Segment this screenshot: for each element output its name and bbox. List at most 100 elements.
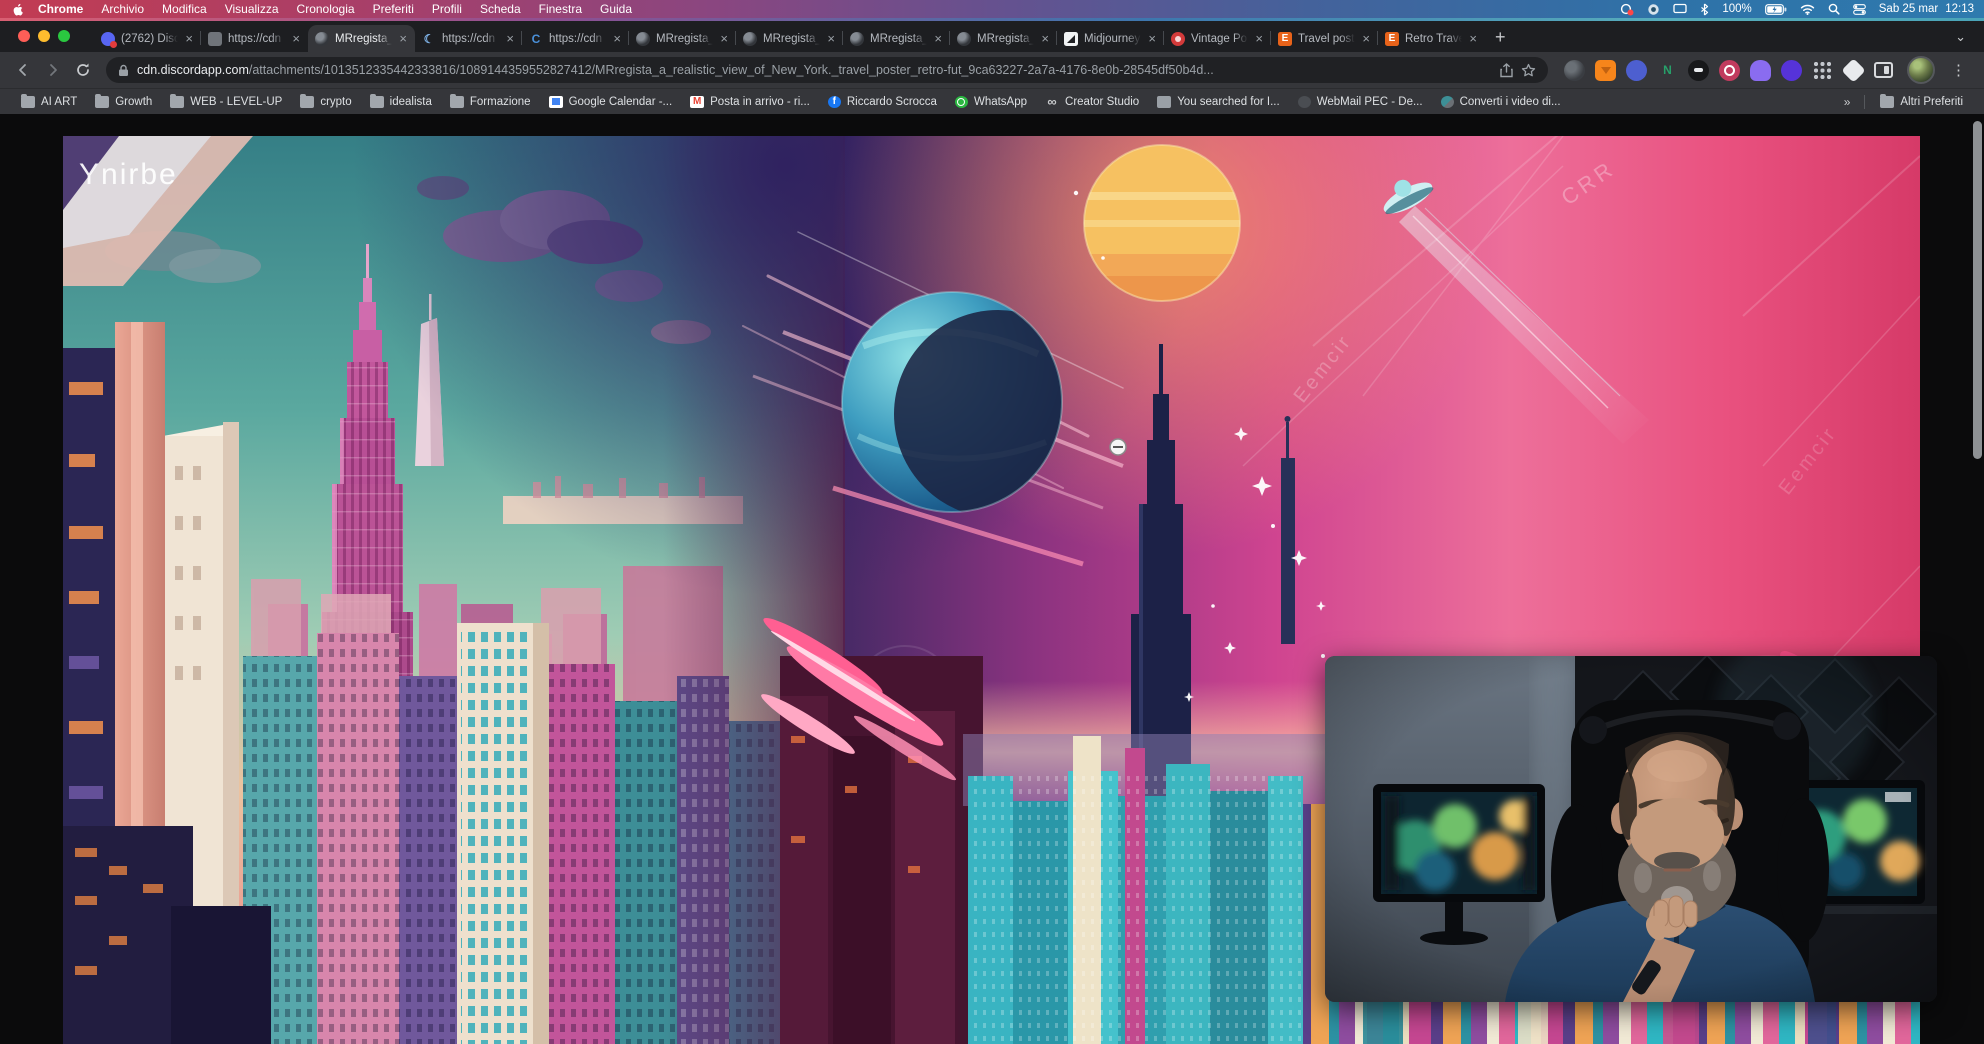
discord-favicon-icon bbox=[101, 32, 115, 46]
browser-tab-9[interactable]: Midjourney × bbox=[1057, 25, 1164, 52]
forward-button[interactable] bbox=[40, 57, 66, 83]
bookmark-item-2[interactable]: WEB - LEVEL-UP bbox=[161, 93, 291, 111]
browser-tab-5[interactable]: MRregista_× bbox=[629, 25, 736, 52]
bluetooth-icon[interactable] bbox=[1700, 3, 1709, 16]
chrome-menu-button[interactable]: ⋮ bbox=[1943, 61, 1974, 79]
other-bookmarks-button[interactable]: Altri Preferiti bbox=[1871, 93, 1972, 111]
tab-close-icon[interactable]: × bbox=[719, 31, 729, 46]
back-button[interactable] bbox=[10, 57, 36, 83]
bookmark-item-3[interactable]: crypto bbox=[291, 93, 360, 111]
menubar-item-finestra[interactable]: Finestra bbox=[530, 0, 591, 18]
share-icon[interactable] bbox=[1500, 63, 1513, 78]
reload-button[interactable] bbox=[70, 57, 96, 83]
shape-white-extension-icon[interactable] bbox=[1841, 58, 1865, 82]
tab-close-icon[interactable]: × bbox=[933, 31, 943, 46]
spotlight-icon[interactable] bbox=[1828, 3, 1840, 15]
menubar-time[interactable]: 12:13 bbox=[1945, 3, 1974, 15]
bookmark-item-6[interactable]: Google Calendar -... bbox=[540, 93, 682, 111]
bookmark-item-8[interactable]: fRiccardo Scrocca bbox=[819, 93, 946, 111]
browser-tab-12[interactable]: ERetro Trave× bbox=[1378, 25, 1485, 52]
control-center-icon[interactable] bbox=[1853, 4, 1866, 15]
menubar-item-cronologia[interactable]: Cronologia bbox=[288, 0, 364, 18]
menubar-item-preferiti[interactable]: Preferiti bbox=[364, 0, 423, 18]
bookmark-item-12[interactable]: WebMail PEC - De... bbox=[1289, 93, 1432, 111]
browser-tab-4[interactable]: Chttps://cdn× bbox=[522, 25, 629, 52]
battery-icon[interactable] bbox=[1765, 4, 1787, 15]
round-dark-extension-icon[interactable] bbox=[1688, 60, 1709, 81]
bookmark-item-1[interactable]: Growth bbox=[86, 93, 161, 111]
browser-tab-7[interactable]: MRregista_ × bbox=[843, 25, 950, 52]
tab-close-icon[interactable]: × bbox=[1254, 31, 1264, 46]
menubar-item-modifica[interactable]: Modifica bbox=[153, 0, 216, 18]
tab-close-icon[interactable]: × bbox=[1147, 31, 1157, 46]
menubar-item-chrome[interactable]: Chrome bbox=[29, 0, 92, 18]
menubar-item-guida[interactable]: Guida bbox=[591, 0, 641, 18]
bookmark-star-icon[interactable] bbox=[1521, 63, 1536, 78]
menubar-item-visualizza[interactable]: Visualizza bbox=[216, 0, 288, 18]
lock-icon[interactable] bbox=[118, 64, 129, 77]
bookmark-item-5[interactable]: Formazione bbox=[441, 93, 540, 111]
apps-grid-extension-icon[interactable] bbox=[1812, 60, 1833, 81]
wa-bookmark-icon bbox=[955, 96, 968, 108]
wifi-icon[interactable] bbox=[1800, 4, 1815, 15]
n-green-extension-icon[interactable]: N bbox=[1657, 60, 1678, 81]
tab-close-icon[interactable]: × bbox=[398, 31, 408, 46]
menubar-item-archivio[interactable]: Archivio bbox=[92, 0, 153, 18]
browser-tab-6[interactable]: MRregista_× bbox=[736, 25, 843, 52]
bookmark-item-4[interactable]: idealista bbox=[361, 93, 441, 111]
browser-tab-10[interactable]: Vintage Po× bbox=[1164, 25, 1271, 52]
browser-tab-2[interactable]: MRregista_× bbox=[308, 25, 415, 52]
bookmark-label: Growth bbox=[115, 96, 152, 108]
tab-close-icon[interactable]: × bbox=[291, 31, 301, 46]
browser-tab-3[interactable]: ☾https://cdn× bbox=[415, 25, 522, 52]
side-panel-extension-icon[interactable] bbox=[1874, 62, 1893, 78]
bookmark-item-9[interactable]: WhatsApp bbox=[946, 93, 1036, 111]
bookmark-item-10[interactable]: ∞Creator Studio bbox=[1036, 93, 1148, 111]
apple-logo-icon[interactable] bbox=[12, 3, 25, 16]
tab-close-icon[interactable]: × bbox=[612, 31, 622, 46]
reddot-favicon-icon bbox=[1171, 32, 1185, 46]
bookmarks-overflow-chevron[interactable]: » bbox=[1836, 95, 1859, 109]
tab-close-icon[interactable]: × bbox=[1468, 31, 1478, 46]
bookmark-item-7[interactable]: MPosta in arrivo - ri... bbox=[681, 93, 819, 111]
address-bar[interactable]: cdn.discordapp.com/attachments/101351233… bbox=[106, 57, 1548, 83]
menubar-item-profili[interactable]: Profili bbox=[423, 0, 471, 18]
browser-tab-8[interactable]: MRregista_× bbox=[950, 25, 1057, 52]
bookmark-item-13[interactable]: Converti i video di... bbox=[1432, 93, 1570, 111]
bookmark-label: Creator Studio bbox=[1065, 96, 1139, 108]
metamask-extension-icon[interactable] bbox=[1595, 60, 1616, 81]
bookmark-item-0[interactable]: AI ART bbox=[12, 93, 86, 111]
vertical-scrollbar-thumb[interactable] bbox=[1973, 121, 1982, 459]
tab-close-icon[interactable]: × bbox=[1361, 31, 1371, 46]
tab-close-icon[interactable]: × bbox=[1040, 31, 1050, 46]
new-tab-button[interactable]: + bbox=[1485, 27, 1516, 52]
wave-blue-extension-icon[interactable] bbox=[1626, 60, 1647, 81]
menubar-item-scheda[interactable]: Scheda bbox=[471, 0, 530, 18]
tab-label: Travel post bbox=[1298, 33, 1355, 45]
tab-label: Midjourney bbox=[1084, 33, 1141, 45]
zoom-window-button[interactable] bbox=[58, 30, 70, 42]
camera-dot-icon[interactable] bbox=[1647, 3, 1660, 16]
browser-tab-1[interactable]: https://cdn× bbox=[201, 25, 308, 52]
browser-tab-0[interactable]: (2762) Disc× bbox=[94, 25, 201, 52]
globe-dark-extension-icon[interactable] bbox=[1564, 60, 1585, 81]
folder-bookmark-icon bbox=[21, 96, 35, 108]
display-icon[interactable] bbox=[1673, 3, 1687, 15]
minimize-window-button[interactable] bbox=[38, 30, 50, 42]
browser-tab-11[interactable]: ETravel post× bbox=[1271, 25, 1378, 52]
close-window-button[interactable] bbox=[18, 30, 30, 42]
tab-close-icon[interactable]: × bbox=[184, 31, 194, 46]
tab-close-icon[interactable]: × bbox=[505, 31, 515, 46]
menubar-date[interactable]: Sab 25 mar bbox=[1879, 3, 1938, 15]
dot-indigo-extension-icon[interactable] bbox=[1781, 60, 1802, 81]
key-red-extension-icon[interactable] bbox=[1719, 60, 1740, 81]
screen-record-icon[interactable] bbox=[1620, 3, 1634, 16]
ghost-purple-extension-icon[interactable] bbox=[1750, 60, 1771, 81]
tab-label: MRregista_ bbox=[870, 33, 927, 45]
tab-label: Retro Trave bbox=[1405, 33, 1462, 45]
tab-close-icon[interactable]: × bbox=[826, 31, 836, 46]
tab-label: https://cdn bbox=[549, 33, 606, 45]
tab-search-chevron[interactable]: ⌄ bbox=[1955, 29, 1976, 52]
profile-avatar[interactable] bbox=[1907, 56, 1935, 84]
bookmark-item-11[interactable]: You searched for I... bbox=[1148, 93, 1289, 111]
